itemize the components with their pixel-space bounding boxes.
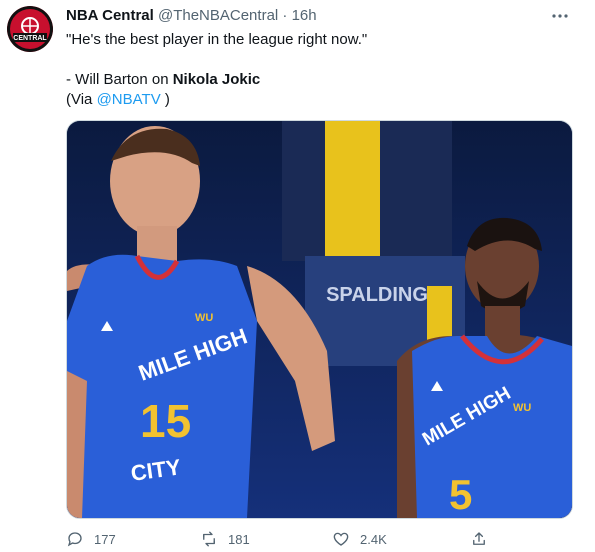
avatar[interactable]: CENTRAL xyxy=(7,6,53,52)
tweet-attribution: - Will Barton on Nikola Jokic xyxy=(66,70,566,90)
background-sign-text: SPALDING xyxy=(326,284,428,306)
tweet-quote: "He's the best player in the league righ… xyxy=(66,31,368,48)
hoop-stanchion xyxy=(325,121,380,256)
retweet-icon xyxy=(203,531,215,547)
reply-count: 177 xyxy=(94,531,116,547)
retweet-button[interactable]: 181 xyxy=(200,528,250,550)
heart-icon xyxy=(333,532,349,546)
share-button[interactable] xyxy=(470,528,498,550)
left-jersey-number: 15 xyxy=(140,395,191,447)
tweet-actions: 177 181 2.4K xyxy=(66,528,506,550)
display-name[interactable]: NBA Central xyxy=(66,7,154,24)
tweet-text: "He's the best player in the league righ… xyxy=(66,30,566,110)
retweet-count: 181 xyxy=(228,531,250,547)
tweet-via: (Via @NBATV ) xyxy=(66,90,566,110)
via-mention-link[interactable]: @NBATV xyxy=(97,91,161,108)
user-handle[interactable]: @TheNBACentral xyxy=(158,7,278,24)
reply-button[interactable]: 177 xyxy=(66,528,116,550)
tweet-photo[interactable]: SPALDING MILE HIGH 15 CITY WU MILE HIGH … xyxy=(66,120,573,519)
tweet-card[interactable]: CENTRAL NBA Central @TheNBACentral · 16h… xyxy=(0,0,595,552)
photo-illustration: SPALDING MILE HIGH 15 CITY WU MILE HIGH … xyxy=(67,121,572,518)
attribution-prefix: - Will Barton on xyxy=(66,71,173,88)
attribution-name: Nikola Jokic xyxy=(172,71,261,88)
avatar-label: CENTRAL xyxy=(13,35,47,42)
timestamp[interactable]: 16h xyxy=(292,7,317,24)
right-jersey-number: 5 xyxy=(449,471,472,518)
more-horizontal-icon[interactable] xyxy=(551,7,569,28)
via-prefix: (Via xyxy=(66,91,97,108)
right-sponsor-logo: WU xyxy=(513,402,531,414)
via-suffix: ) xyxy=(160,91,170,108)
like-button[interactable]: 2.4K xyxy=(332,528,387,550)
tweet-header: NBA Central @TheNBACentral · 16h xyxy=(66,7,317,27)
share-icon xyxy=(473,532,485,545)
reply-icon xyxy=(67,532,82,547)
like-count: 2.4K xyxy=(360,531,387,547)
nba-central-logo: CENTRAL xyxy=(7,6,53,52)
left-sponsor-logo: WU xyxy=(195,312,213,324)
separator-dot: · xyxy=(282,7,288,24)
